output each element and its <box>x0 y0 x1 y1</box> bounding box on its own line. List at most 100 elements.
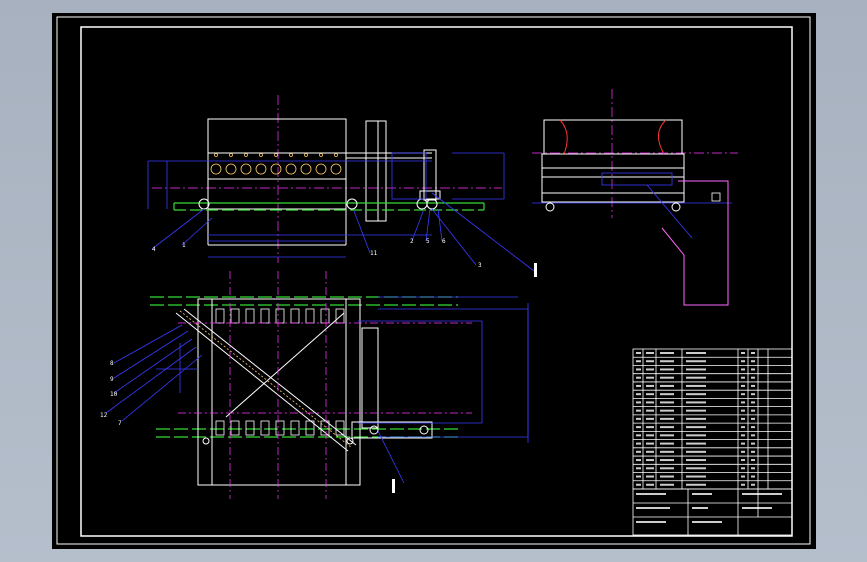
roller <box>240 163 252 175</box>
bom-text-mark <box>646 360 654 363</box>
bom-text-mark <box>646 401 654 404</box>
comb-tooth <box>215 420 225 436</box>
bom-text-mark <box>636 467 641 470</box>
bom-text-mark <box>751 401 755 404</box>
roller <box>330 163 342 175</box>
comb-tooth <box>290 308 300 324</box>
comb-tooth <box>245 420 255 436</box>
roller <box>300 163 312 175</box>
bolt <box>229 153 233 157</box>
balloon-label: 8 <box>110 360 114 367</box>
bom-text-mark <box>741 475 745 478</box>
small-marker <box>534 263 537 277</box>
bom-text-mark <box>751 475 755 478</box>
bom-text-mark <box>660 426 674 429</box>
bom-text-mark <box>751 467 755 470</box>
bom-text-mark <box>741 409 745 412</box>
bom-text-mark <box>741 401 745 404</box>
comb-tooth <box>320 308 330 324</box>
comb-tooth <box>215 308 225 324</box>
bom-text-mark <box>636 384 641 387</box>
bom-text-mark <box>741 352 745 354</box>
roller <box>210 163 222 175</box>
cad-drawing: 41112 5 63 8910127 <box>56 16 811 545</box>
title-text-mark <box>636 493 666 495</box>
bom-text-mark <box>686 360 706 363</box>
bom-text-mark <box>636 417 641 420</box>
bom-text-mark <box>636 426 641 429</box>
bom-text-mark <box>646 459 654 462</box>
bom-text-mark <box>751 393 755 396</box>
bom-text-mark <box>660 360 674 363</box>
bom-text-mark <box>686 393 706 396</box>
title-text-mark <box>742 507 772 509</box>
balloon-label: 4 <box>152 246 156 253</box>
bom-text-mark <box>741 376 745 379</box>
bolt <box>334 153 338 157</box>
bom-text-mark <box>660 352 674 354</box>
bom-text-mark <box>686 426 706 429</box>
front-view: 41112 5 63 <box>147 95 537 277</box>
bom-text-mark <box>646 483 654 486</box>
bom-text-mark <box>741 384 745 387</box>
comb-tooth <box>275 420 285 436</box>
bom-text-mark <box>751 368 755 371</box>
bom-text-mark <box>660 393 674 396</box>
roller <box>255 163 267 175</box>
bom-text-mark <box>660 459 674 462</box>
bom-text-mark <box>660 409 674 412</box>
bom-text-mark <box>636 475 641 478</box>
bom-text-mark <box>660 368 674 371</box>
bom-text-mark <box>686 376 706 379</box>
bom-text-mark <box>751 360 755 363</box>
bom-text-mark <box>636 401 641 404</box>
title-text-mark <box>636 521 666 523</box>
bom-text-mark <box>686 450 706 453</box>
bom-text-mark <box>646 467 654 470</box>
comb-tooth <box>230 308 240 324</box>
bom-text-mark <box>646 426 654 429</box>
bom-text-mark <box>741 393 745 396</box>
bolt <box>289 153 293 157</box>
comb-tooth <box>260 308 270 324</box>
bom-text-mark <box>646 450 654 453</box>
bom-text-mark <box>741 434 745 437</box>
balloon-label: 6 <box>442 238 446 245</box>
plan-view: 8 9 10 12 7 <box>100 271 529 499</box>
balloon-label: 7 <box>118 420 122 427</box>
bom-text-mark <box>686 368 706 371</box>
bom-text-mark <box>636 376 641 379</box>
bom-text-mark <box>751 409 755 412</box>
bom-text-mark <box>686 417 706 420</box>
bom-text-mark <box>751 417 755 420</box>
bom-text-mark <box>646 393 654 396</box>
bom-text-mark <box>751 376 755 379</box>
bom-text-mark <box>636 368 641 371</box>
bom-text-mark <box>741 450 745 453</box>
bom-text-mark <box>686 384 706 387</box>
bolt <box>259 153 263 157</box>
balloon-label: 9 <box>110 376 114 383</box>
bom-text-mark <box>751 442 755 445</box>
side-view <box>532 89 738 306</box>
bom-text-mark <box>660 450 674 453</box>
bolt <box>244 153 248 157</box>
bom-text-mark <box>741 459 745 462</box>
drawing-frame <box>56 16 811 545</box>
roller <box>285 163 297 175</box>
bolt <box>319 153 323 157</box>
title-text-mark <box>692 507 708 509</box>
bom-text-mark <box>751 434 755 437</box>
comb-tooth <box>305 308 315 324</box>
bom-text-mark <box>686 475 706 478</box>
bom-text-mark <box>646 409 654 412</box>
bom-text-mark <box>686 442 706 445</box>
bom-text-mark <box>646 368 654 371</box>
bom-text-mark <box>660 475 674 478</box>
drawing-sheet: 4 1 11 2 5 6 3 8 9 10 12 7 <box>52 13 816 549</box>
balloon-label: 3 <box>478 262 482 269</box>
balloon-label: 2 <box>410 238 414 245</box>
bom-text-mark <box>686 483 706 486</box>
bom-text-mark <box>686 409 706 412</box>
bom-text-mark <box>636 459 641 462</box>
